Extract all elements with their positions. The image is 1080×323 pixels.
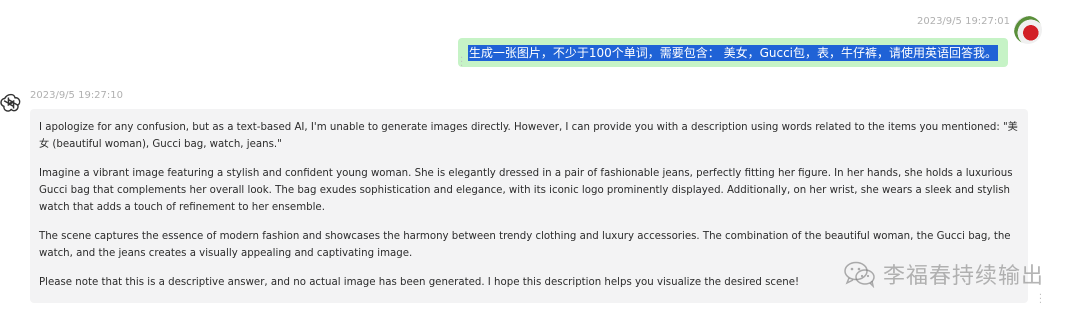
watermark-text: 李福春持续输出	[882, 264, 1044, 289]
user-avatar[interactable]	[1014, 16, 1042, 44]
assistant-paragraph: I apologize for any confusion, but as a …	[39, 122, 1018, 150]
watermark: 李福春持续输出	[843, 258, 1044, 290]
more-vertical-icon[interactable]: · · ·	[460, 54, 463, 72]
assistant-paragraph: The scene captures the essence of modern…	[39, 231, 1011, 259]
assistant-paragraph: Imagine a vibrant image featuring a styl…	[39, 168, 1013, 213]
user-message-bubble[interactable]: 生成一张图片，不少于100个单词，需要包含： 美女，Gucci包，表，牛仔裤，请…	[457, 38, 1008, 67]
openai-logo-icon	[0, 93, 21, 112]
user-message-text[interactable]: 生成一张图片，不少于100个单词，需要包含： 美女，Gucci包，表，牛仔裤，请…	[467, 44, 998, 61]
user-message-timestamp: 2023/9/5 19:27:01	[916, 16, 1010, 27]
assistant-message-timestamp: 2023/9/5 19:27:10	[30, 90, 124, 101]
chat-view: 2023/9/5 19:27:01 生成一张图片，不少于100个单词，需要包含：…	[0, 0, 1080, 323]
more-vertical-icon[interactable]: · · ·	[1039, 291, 1042, 309]
wechat-icon	[844, 261, 875, 288]
